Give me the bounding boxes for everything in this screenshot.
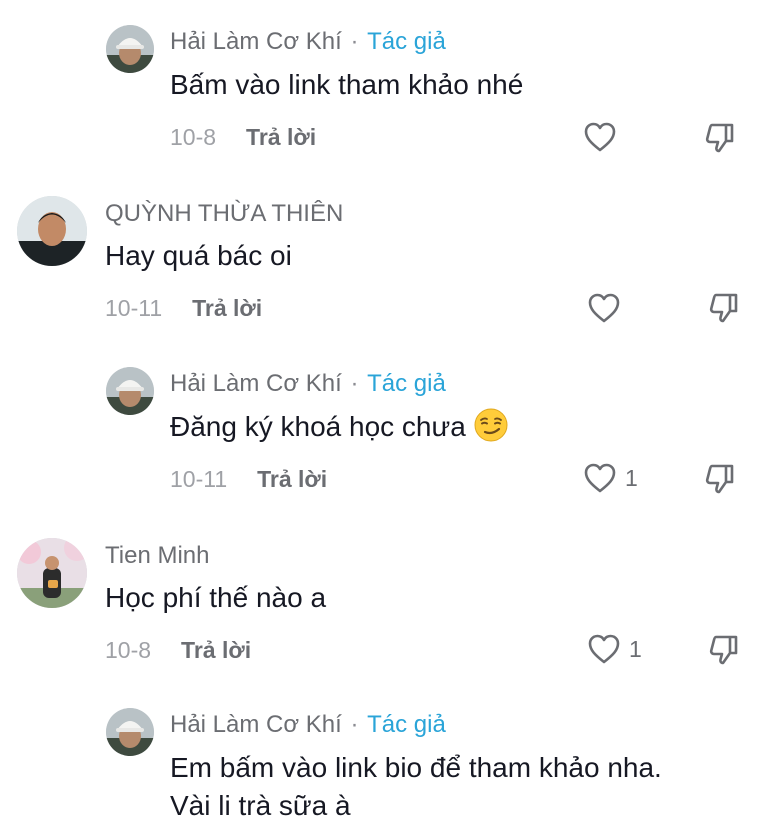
comment-top-level: Tien Minh Học phí thế nào a 10-8 Trả lời …: [0, 512, 760, 684]
comment-meta: 10-8 Trả lời: [170, 123, 316, 151]
author-line: Tien Minh: [105, 542, 209, 570]
comment-date: 10-8: [105, 637, 152, 663]
avatar[interactable]: [106, 708, 154, 756]
author-line: Hải Làm Cơ Khí · Tác giả: [170, 28, 446, 56]
comment-date: 10-8: [170, 124, 217, 150]
comment-meta: 10-11 Trả lời: [105, 294, 262, 322]
comment-text-content: Đăng ký khoá học chưa: [170, 411, 466, 442]
author-name[interactable]: Tien Minh: [105, 542, 209, 569]
author-avatar-image: [106, 367, 154, 415]
comment-text: Bấm vào link tham khảo nhé: [170, 69, 524, 100]
comment-reply: Hải Làm Cơ Khí · Tác giả Đăng ký khoá họ…: [0, 342, 760, 512]
thumbs-down-icon: [703, 121, 737, 155]
comment-date: 10-11: [170, 466, 228, 492]
dislike-button[interactable]: [703, 462, 737, 496]
like-button[interactable]: 1: [587, 633, 642, 665]
author-line: QUỲNH THỪA THIÊN: [105, 200, 343, 228]
author-name[interactable]: QUỲNH THỪA THIÊN: [105, 200, 343, 227]
comment-meta: 10-11 Trả lời: [170, 465, 327, 493]
dislike-button[interactable]: [703, 121, 737, 155]
like-button[interactable]: 1: [583, 462, 638, 494]
comment-reply: Hải Làm Cơ Khí · Tác giả Em bấm vào link…: [0, 684, 760, 835]
author-badge: Tác giả: [367, 28, 446, 55]
like-count: 1: [625, 465, 638, 491]
thumbs-down-icon: [707, 291, 741, 325]
comment-text: Đăng ký khoá học chưa: [170, 408, 508, 446]
heart-icon: [583, 462, 617, 494]
avatar[interactable]: [17, 196, 87, 266]
smirk-emoji-icon: [474, 408, 508, 442]
author-badge: Tác giả: [367, 370, 446, 397]
thumbs-down-icon: [707, 633, 741, 667]
separator-dot: ·: [343, 370, 366, 397]
comment-reply: Hải Làm Cơ Khí · Tác giả Bấm vào link th…: [0, 0, 760, 170]
like-count: 1: [629, 636, 642, 662]
reply-button[interactable]: Trả lời: [257, 466, 327, 492]
author-name[interactable]: Hải Làm Cơ Khí: [170, 711, 342, 738]
avatar[interactable]: [17, 538, 87, 608]
author-name[interactable]: Hải Làm Cơ Khí: [170, 28, 342, 55]
like-button[interactable]: [587, 292, 621, 324]
comment-text-line: Vài li trà sữa à: [170, 790, 351, 821]
separator-dot: ·: [343, 711, 366, 738]
comment-top-level: QUỲNH THỪA THIÊN Hay quá bác oi 10-11 Trả…: [0, 170, 760, 342]
author-line: Hải Làm Cơ Khí · Tác giả: [170, 711, 446, 739]
avatar[interactable]: [106, 367, 154, 415]
reply-button[interactable]: Trả lời: [181, 637, 251, 663]
comment-text-line: Em bấm vào link bio để tham khảo nha.: [170, 752, 662, 783]
author-badge: Tác giả: [367, 711, 446, 738]
comment-meta: 10-8 Trả lời: [105, 636, 251, 664]
dislike-button[interactable]: [707, 291, 741, 325]
author-avatar-image: [106, 708, 154, 756]
author-avatar-image: [106, 25, 154, 73]
user-avatar-image: [17, 196, 87, 266]
like-button[interactable]: [583, 121, 617, 153]
heart-icon: [587, 633, 621, 665]
reply-button[interactable]: Trả lời: [246, 124, 316, 150]
heart-icon: [587, 292, 621, 324]
separator-dot: ·: [343, 28, 366, 55]
avatar[interactable]: [106, 25, 154, 73]
user-avatar-image: [17, 538, 87, 608]
author-line: Hải Làm Cơ Khí · Tác giả: [170, 370, 446, 398]
dislike-button[interactable]: [707, 633, 741, 667]
heart-icon: [583, 121, 617, 153]
thumbs-down-icon: [703, 462, 737, 496]
comment-date: 10-11: [105, 295, 163, 321]
comment-text: Học phí thế nào a: [105, 582, 327, 613]
author-name[interactable]: Hải Làm Cơ Khí: [170, 370, 342, 397]
comment-text: Hay quá bác oi: [105, 240, 292, 271]
reply-button[interactable]: Trả lời: [192, 295, 262, 321]
